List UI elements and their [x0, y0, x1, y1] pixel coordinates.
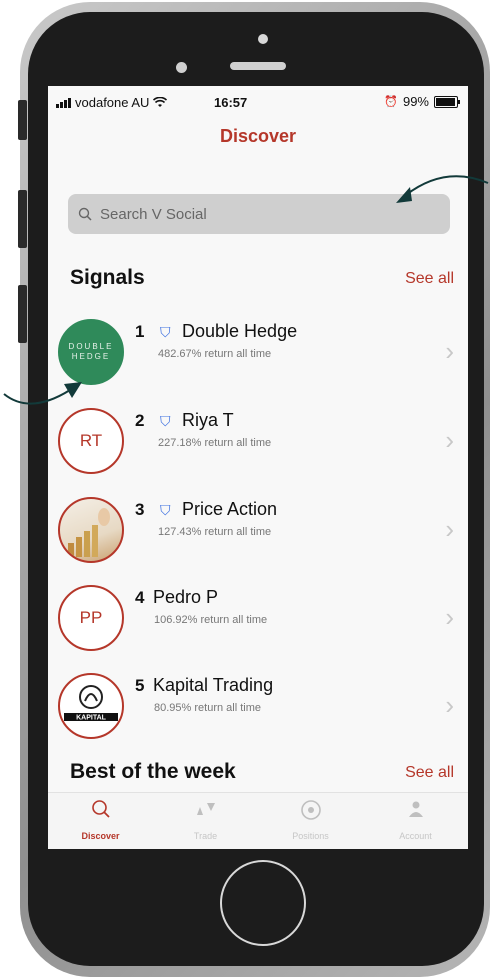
signal-name: Double Hedge [182, 321, 298, 341]
bookmark-icon[interactable]: ⛉ [160, 502, 171, 519]
tab-discover[interactable]: Discover [48, 793, 153, 849]
battery-icon [434, 95, 460, 108]
signal-rank: 2 [135, 411, 145, 430]
chevron-right-icon: › [445, 514, 454, 544]
bookmark-icon[interactable]: ⛉ [160, 324, 171, 341]
signal-name: Pedro P [153, 587, 219, 607]
signals-heading: Signals [70, 266, 145, 289]
price-action-avatar [58, 497, 124, 563]
signal-row-riya-t[interactable]: RT 2 ⛉ Riya T 227.18% return all time › [58, 403, 468, 483]
battery-percent: 99% [402, 94, 429, 109]
search-icon [48, 799, 153, 825]
signal-name: Riya T [182, 410, 234, 430]
signal-rank: 4 [135, 588, 145, 607]
alarm-icon: ⏰ [384, 96, 398, 108]
tab-trade[interactable]: Trade [153, 793, 258, 849]
signal-row-price-action[interactable]: 3 ⛉ Price Action 127.43% return all time… [58, 492, 468, 572]
status-right-group: ⏰ 99% [384, 94, 460, 109]
pedro-p-avatar: PP [58, 585, 124, 651]
wifi-icon [153, 97, 168, 107]
mute-switch [18, 100, 27, 140]
chevron-right-icon: › [445, 425, 454, 455]
account-icon [363, 799, 468, 825]
signal-strength-icon [56, 97, 71, 108]
avatar-initials: RT [79, 431, 103, 450]
trade-icon [153, 799, 258, 825]
chevron-right-icon: › [445, 336, 454, 366]
avatar-initials: PP [79, 608, 103, 627]
signal-return: 227.18% return all time [158, 437, 272, 449]
carrier-group: vodafone AU [56, 95, 168, 110]
svg-text:KAPITAL: KAPITAL [76, 715, 107, 722]
positions-icon [258, 799, 363, 827]
annotation-arrow-avatar [3, 382, 82, 405]
signal-return: 127.43% return all time [158, 526, 272, 538]
best-of-week-see-all-link[interactable]: See all [405, 764, 454, 782]
top-camera-dot [258, 34, 268, 44]
tab-label: Account [399, 831, 432, 841]
signal-return: 106.92% return all time [154, 614, 268, 626]
carrier-name: vodafone AU [75, 95, 150, 110]
bottom-tab-bar: Discover Trade Positions Account [48, 792, 468, 849]
home-button[interactable] [220, 860, 306, 946]
signal-rank: 3 [135, 500, 145, 519]
signal-return: 482.67% return all time [158, 348, 272, 360]
search-placeholder: Search V Social [100, 205, 207, 223]
signals-see-all-link[interactable]: See all [405, 270, 454, 288]
coins-stack-image [68, 508, 110, 557]
tab-label: Trade [193, 831, 218, 841]
signal-return: 80.95% return all time [154, 702, 261, 714]
kapital-logo-icon: KAPITAL [64, 685, 118, 722]
search-icon [78, 207, 92, 221]
annotation-arrow-search [396, 175, 489, 203]
volume-down-button [18, 285, 27, 343]
signal-rank: 1 [135, 322, 145, 341]
volume-up-button [18, 190, 27, 248]
signal-row-double-hedge[interactable]: DOUBLE HEDGE 1 ⛉ Double Hedge 482.67% re… [58, 314, 468, 394]
status-time: 16:57 [214, 95, 248, 110]
signal-row-kapital-trading[interactable]: KAPITAL 5 Kapital Trading 80.95% return … [58, 668, 468, 748]
earpiece-speaker [230, 62, 286, 70]
tab-positions[interactable]: Positions [258, 793, 363, 849]
kapital-trading-avatar: KAPITAL [58, 673, 124, 739]
status-bar: vodafone AU 16:57 ⏰ 99% [48, 86, 468, 116]
signal-row-pedro-p[interactable]: PP 4 Pedro P 106.92% return all time › [58, 580, 468, 660]
chevron-right-icon: › [445, 690, 454, 720]
tab-account[interactable]: Account [363, 793, 468, 849]
signal-name: Kapital Trading [153, 675, 274, 695]
page-title: Discover [219, 126, 297, 146]
chevron-right-icon: › [445, 602, 454, 632]
signal-rank: 5 [135, 676, 145, 695]
front-camera [176, 62, 187, 73]
best-of-week-heading: Best of the week [70, 760, 236, 783]
tab-label: Discover [81, 831, 120, 841]
bookmark-icon[interactable]: ⛉ [160, 413, 171, 430]
tab-label: Positions [292, 831, 329, 841]
avatar-logo-text: DOUBLE HEDGE [68, 342, 114, 361]
signal-name: Price Action [182, 499, 278, 519]
